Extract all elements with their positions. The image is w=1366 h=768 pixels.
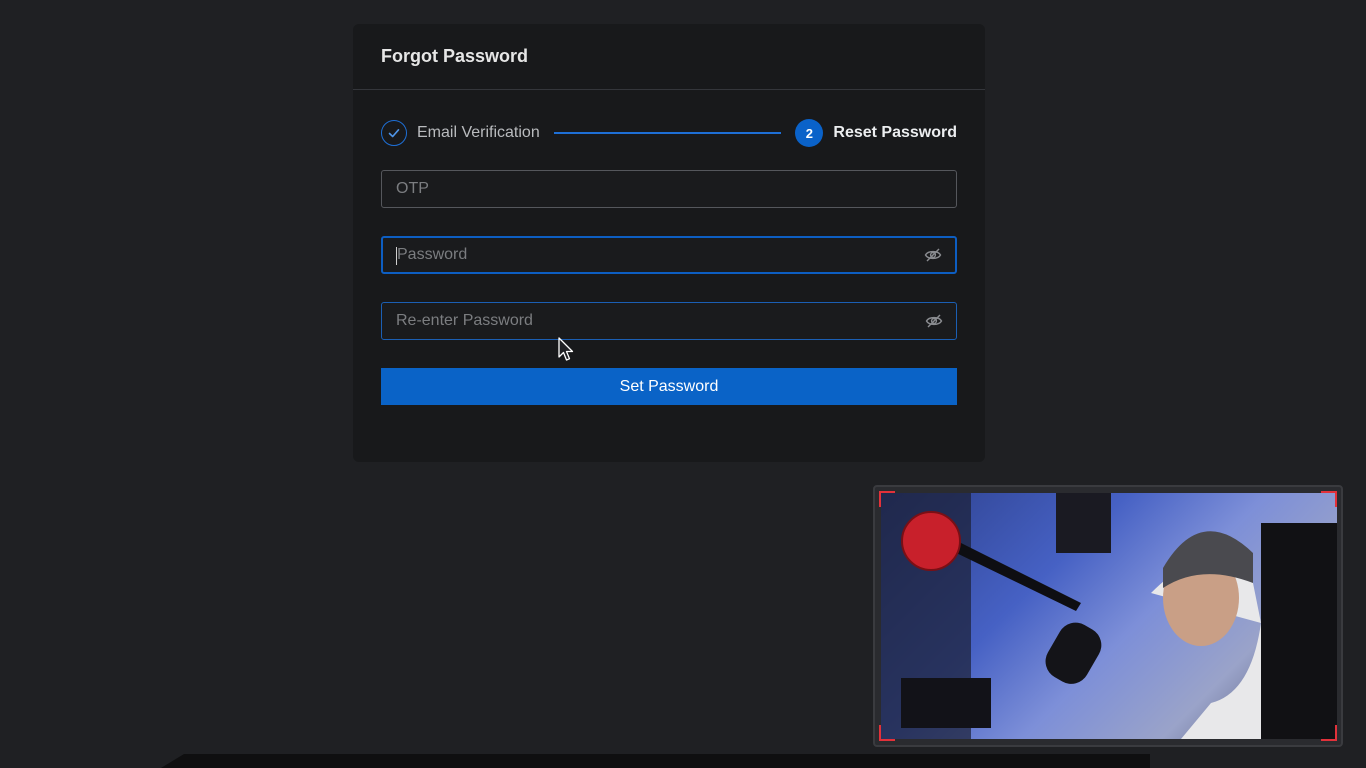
- bottom-edge: [161, 754, 1150, 768]
- step-reset-password: 2 Reset Password: [795, 119, 957, 147]
- webcam-overlay: [873, 485, 1343, 747]
- reenter-password-field[interactable]: [381, 302, 957, 340]
- step-reset-password-label: Reset Password: [833, 124, 957, 141]
- stepper: Email Verification 2 Reset Password: [381, 118, 957, 148]
- otp-input[interactable]: [382, 170, 956, 208]
- frame-corner: [879, 725, 895, 741]
- reenter-password-input[interactable]: [382, 302, 924, 340]
- forgot-password-card: Forgot Password Email Verification 2 Res…: [353, 24, 985, 462]
- card-header: Forgot Password: [353, 24, 985, 90]
- eye-off-icon[interactable]: [923, 245, 943, 265]
- step-number-badge: 2: [795, 119, 824, 147]
- step-email-verification-label: Email Verification: [417, 124, 540, 141]
- webcam-video: [881, 493, 1337, 739]
- frame-corner: [1321, 725, 1337, 741]
- password-field[interactable]: [381, 236, 957, 274]
- step-email-verification: Email Verification: [381, 120, 540, 146]
- set-password-button[interactable]: Set Password: [381, 368, 957, 405]
- eye-off-icon[interactable]: [924, 311, 944, 331]
- frame-corner: [879, 491, 895, 507]
- channel-logo: [901, 511, 961, 571]
- password-input[interactable]: [383, 237, 923, 273]
- check-icon: [381, 120, 407, 146]
- frame-corner: [1321, 491, 1337, 507]
- page-title: Forgot Password: [381, 46, 529, 66]
- step-connector: [553, 132, 782, 134]
- otp-field[interactable]: [381, 170, 957, 208]
- text-caret: [396, 247, 397, 265]
- mouse-pointer-icon: [558, 337, 574, 368]
